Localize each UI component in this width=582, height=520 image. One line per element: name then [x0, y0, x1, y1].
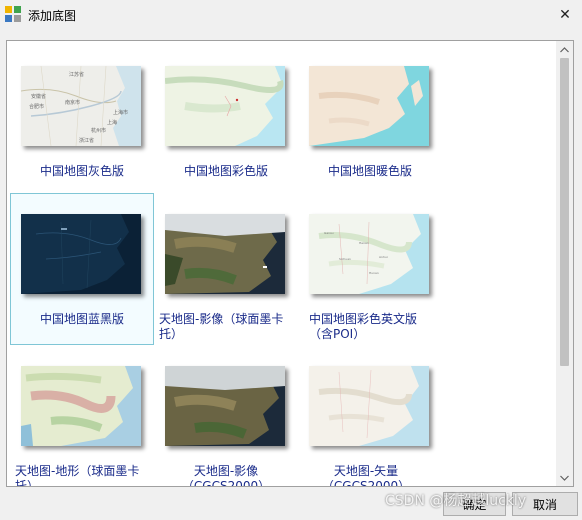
svg-text:Henan: Henan	[359, 241, 369, 245]
tile-china-blueblack[interactable]: 中国地图蓝黑版	[10, 193, 154, 345]
scrollbar-thumb[interactable]	[560, 58, 569, 366]
grid-app-icon	[5, 6, 21, 22]
map-label: 浙江省	[79, 137, 94, 144]
thumbnail-china-color	[165, 66, 285, 146]
map-label: 上海市	[113, 109, 128, 116]
svg-text:Anhui: Anhui	[379, 255, 388, 259]
tile-tianditu-image-cgcs2000[interactable]: 天地图-影像（CGCS2000）	[154, 345, 298, 487]
thumbnail-tianditu-image-mercator	[165, 214, 285, 294]
map-label: 合肥市	[29, 103, 44, 110]
thumbnail-china-blueblack	[21, 214, 141, 294]
thumbnail-china-warm	[309, 66, 429, 146]
tile-china-color-english[interactable]: Gansu Henan Anhui Sichuan Hunan 中国地图彩色英文版（含…	[298, 193, 442, 345]
tile-china-gray[interactable]: 江苏省 安徽省 合肥市 南京市 上海市 杭州市 浙江省 上海 中国地图灰色版	[10, 45, 154, 197]
chevron-up-icon	[560, 46, 569, 52]
tile-china-warm[interactable]: 中国地图暖色版	[298, 45, 442, 197]
scroll-up-button[interactable]	[556, 41, 573, 58]
close-button[interactable]: ✕	[548, 0, 582, 30]
title-bar: 添加底图 ✕	[0, 0, 582, 30]
map-label: 安徽省	[31, 93, 46, 100]
window-title: 添加底图	[28, 9, 77, 23]
svg-text:Hunan: Hunan	[369, 271, 379, 275]
tile-tianditu-image-mercator[interactable]: 天地图-影像（球面墨卡托）	[154, 193, 298, 345]
map-label: 南京市	[65, 99, 80, 106]
map-label: 上海	[107, 119, 117, 126]
ok-button[interactable]: 确定	[443, 492, 506, 516]
close-icon: ✕	[559, 7, 571, 23]
tile-label: 中国地图蓝黑版	[39, 312, 124, 326]
tile-label: 中国地图彩色版	[183, 164, 268, 178]
thumbnail-tianditu-image-cgcs2000	[165, 366, 285, 446]
vertical-scrollbar[interactable]	[556, 41, 573, 486]
svg-text:Gansu: Gansu	[324, 231, 334, 235]
map-label: 江苏省	[69, 71, 84, 78]
thumbnail-tianditu-terrain-mercator	[21, 366, 141, 446]
chevron-down-icon	[560, 475, 569, 481]
map-label: 杭州市	[91, 127, 106, 134]
basemap-list[interactable]: 江苏省 安徽省 合肥市 南京市 上海市 杭州市 浙江省 上海 中国地图灰色版 中…	[6, 40, 574, 487]
scroll-down-button[interactable]	[556, 469, 573, 486]
tile-label: 中国地图灰色版	[39, 164, 124, 178]
thumbnail-china-gray: 江苏省 安徽省 合肥市 南京市 上海市 杭州市 浙江省 上海	[21, 66, 141, 146]
tile-label: 天地图-矢量（CGCS2000）	[321, 464, 411, 487]
cancel-button[interactable]: 取消	[512, 492, 578, 516]
tile-label: 天地图-影像（CGCS2000）	[181, 464, 271, 487]
thumbnail-tianditu-vector-cgcs2000	[309, 366, 429, 446]
tile-china-color[interactable]: 中国地图彩色版	[154, 45, 298, 197]
tile-tianditu-vector-cgcs2000[interactable]: 天地图-矢量（CGCS2000）	[298, 345, 442, 487]
thumbnail-china-color-english: Gansu Henan Anhui Sichuan Hunan	[309, 214, 429, 294]
tile-label: 天地图-地形（球面墨卡托）	[15, 464, 140, 487]
tile-tianditu-terrain-mercator[interactable]: 天地图-地形（球面墨卡托）	[10, 345, 154, 487]
tile-label: 中国地图暖色版	[327, 164, 412, 178]
tile-label: 中国地图彩色英文版（含POI）	[309, 312, 418, 341]
tile-label: 天地图-影像（球面墨卡托）	[159, 312, 284, 341]
svg-text:Sichuan: Sichuan	[339, 257, 351, 261]
